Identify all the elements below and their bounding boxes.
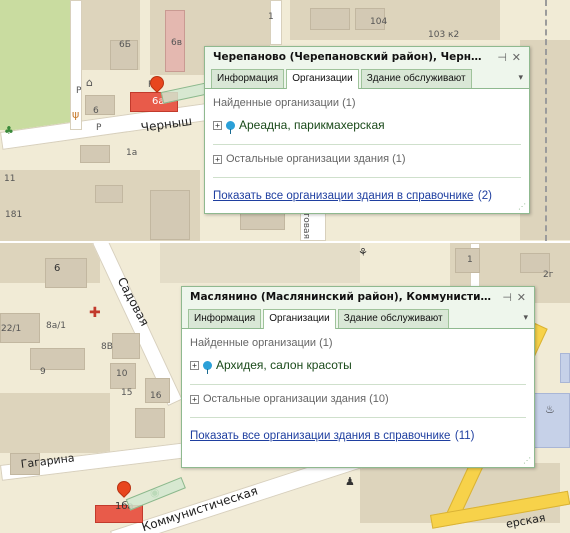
building [112,333,140,359]
cafe-icon: ♨ [545,403,555,416]
popup-title: Маслянино (Маслянинский район), Коммунис… [182,287,534,309]
tab-building-services[interactable]: Здание обслуживают [360,69,472,88]
building-label: 9 [40,367,46,377]
resize-grip-icon[interactable]: ⋰ [518,202,526,211]
tab-organizations[interactable]: Организации [263,309,336,329]
pin-icon[interactable]: ⊣ [497,51,507,64]
road [270,0,282,45]
pharmacy-icon: ♣ [4,124,14,137]
found-organizations-header: Найденные организации (1) [190,337,333,349]
expand-icon[interactable]: + [213,120,222,130]
org-marker-icon [226,120,235,134]
dropdown-icon[interactable]: ▾ [523,309,528,328]
found-organizations-header: Найденные организации (1) [213,97,356,109]
building-label: 8а/1 [46,321,66,331]
pin-icon[interactable]: ⊣ [502,291,512,304]
building [85,95,115,115]
building [30,348,85,370]
building [135,408,165,438]
building-label: 1 [268,12,274,22]
show-all-count: (11) [454,430,475,442]
parking-label: Р [76,86,82,96]
other-organizations[interactable]: + Остальные организации здания (10) [190,393,526,405]
expand-icon[interactable]: + [213,154,222,164]
monument-icon: ⚘ [358,246,368,259]
building-label: 22/1 [1,324,22,334]
other-organizations-label: Остальные организации здания (10) [203,393,389,405]
building-label: 16 [150,391,162,401]
popup-tabs: Информация Организации Здание обслуживаю… [182,309,534,329]
building [150,190,190,240]
building-label: 103 к2 [428,30,460,40]
building-label: 15 [121,388,133,398]
building-label: 6 [54,263,61,274]
building-label: 6Б [119,40,131,50]
bank-icon: ⌂ [86,76,93,89]
parking-label: Р [96,123,102,133]
building-label: 1а [126,148,138,158]
park-area [0,0,70,130]
show-all-link[interactable]: Показать все организации здания в справо… [213,190,473,202]
other-organizations[interactable]: + Остальные организации здания (1) [213,153,521,165]
building-label: 6в [171,38,183,48]
building-label: 181 [5,210,23,220]
popup-tabs: Информация Организации Здание обслуживаю… [205,69,529,89]
building-label: 8В [101,342,113,352]
building [95,185,123,203]
building-label: 1 [467,255,473,265]
building [560,353,570,383]
building-label: 11 [4,174,16,184]
building [45,258,87,288]
location-marker-icon[interactable] [114,478,134,498]
other-organizations-label: Остальные организации здания (1) [226,153,406,165]
close-icon[interactable]: ✕ [517,291,526,304]
building-label: 104 [370,17,388,27]
railway [545,0,547,241]
building-label: 2г [543,270,554,280]
expand-icon[interactable]: + [190,394,199,404]
building [530,393,570,448]
tab-building-services[interactable]: Здание обслуживают [337,309,449,328]
tab-organizations[interactable]: Организации [286,69,359,89]
resize-grip-icon[interactable]: ⋰ [523,456,531,465]
organization-item[interactable]: + Ареадна, парикмахерская [213,118,521,134]
building-info-popup: Черепаново (Черепановский район), Черныш… [204,46,530,214]
building [80,145,110,163]
hospital-icon: ✚ [89,305,101,321]
dropdown-icon[interactable]: ▾ [518,69,523,88]
tab-information[interactable]: Информация [188,309,262,328]
close-icon[interactable]: ✕ [512,51,521,64]
block [0,393,110,453]
organization-name[interactable]: Архидея, салон красоты [216,358,352,372]
org-marker-icon [203,360,212,374]
monument-icon: ♟ [345,475,355,488]
organization-name[interactable]: Ареадна, парикмахерская [239,118,385,132]
block [160,243,360,283]
building [310,8,350,30]
street-label: товая [301,212,311,239]
show-all-count: (2) [477,190,492,202]
organization-item[interactable]: + Архидея, салон красоты [190,358,526,374]
tab-information[interactable]: Информация [211,69,285,88]
building-label: 6 [93,106,99,116]
building-info-popup: Маслянино (Маслянинский район), Коммунис… [181,286,535,468]
popup-tether [125,476,186,511]
restaurant-icon: ψ [72,108,80,121]
building-label: 10 [116,369,128,379]
popup-title: Черепаново (Черепановский район), Черныш… [205,47,529,69]
expand-icon[interactable]: + [190,360,199,370]
show-all-link[interactable]: Показать все организации здания в справо… [190,430,450,442]
